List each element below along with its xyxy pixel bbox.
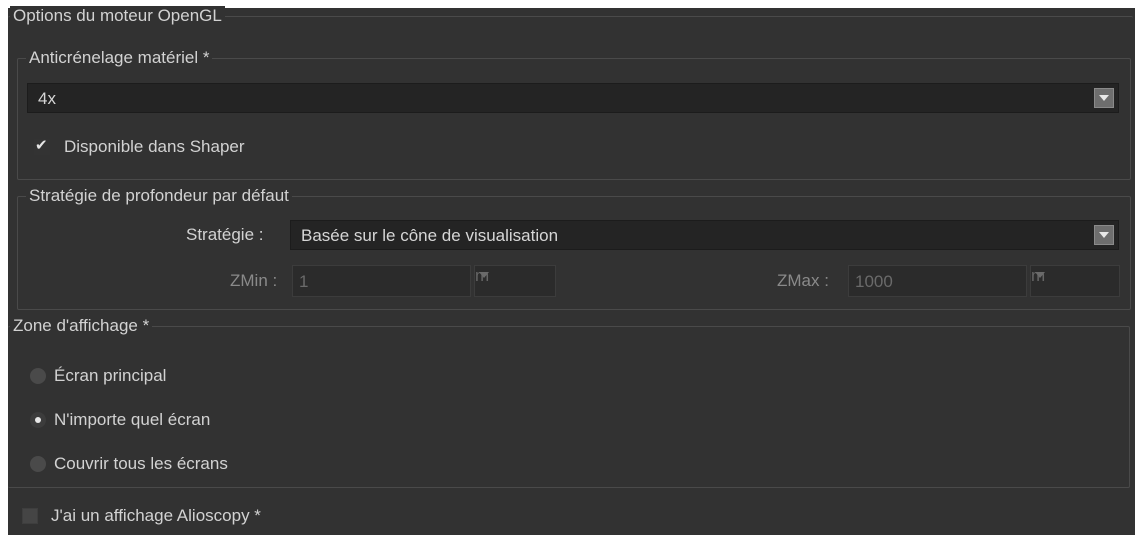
radio-main-screen[interactable] bbox=[30, 368, 46, 384]
zmin-value: 1 bbox=[299, 272, 309, 291]
antialiasing-group: Anticrénelage matériel * 4x ✔ Disponible… bbox=[17, 48, 1131, 180]
opengl-options-title: Options du moteur OpenGL bbox=[10, 6, 225, 26]
chevron-down-icon[interactable] bbox=[1094, 225, 1114, 245]
zmax-label: ZMax : bbox=[777, 271, 829, 290]
zmax-unit-select[interactable]: m bbox=[1030, 265, 1120, 297]
zmin-input[interactable]: 1 bbox=[292, 265, 471, 297]
display-zone-group: Zone d'affichage * Écran principal N'imp… bbox=[8, 316, 1130, 488]
zmin-unit-select[interactable]: m bbox=[474, 265, 556, 297]
zmin-label: ZMin : bbox=[230, 271, 278, 290]
antialiasing-select[interactable]: 4x bbox=[27, 83, 1119, 113]
shaper-checkbox-label: Disponible dans Shaper bbox=[64, 137, 245, 156]
checkmark-icon: ✔ bbox=[35, 137, 48, 154]
shaper-checkbox[interactable]: ✔ bbox=[34, 137, 50, 155]
radio-main-screen-label: Écran principal bbox=[54, 366, 167, 385]
radio-all-screens[interactable] bbox=[30, 456, 46, 472]
antialiasing-value: 4x bbox=[38, 89, 56, 108]
alioscopy-checkbox[interactable] bbox=[22, 508, 38, 524]
strategy-select[interactable]: Basée sur le cône de visualisation bbox=[290, 220, 1119, 250]
chevron-down-icon[interactable] bbox=[1094, 88, 1114, 108]
radio-any-screen-label: N'importe quel écran bbox=[54, 410, 211, 429]
zmax-input[interactable]: 1000 bbox=[848, 265, 1027, 297]
alioscopy-checkbox-label: J'ai un affichage Alioscopy * bbox=[51, 506, 261, 525]
zmax-value: 1000 bbox=[855, 272, 893, 291]
depth-strategy-title: Stratégie de profondeur par défaut bbox=[26, 186, 292, 206]
display-zone-title: Zone d'affichage * bbox=[10, 316, 153, 336]
opengl-options-panel: Options du moteur OpenGL Anticrénelage m… bbox=[8, 6, 1135, 535]
strategy-value: Basée sur le cône de visualisation bbox=[301, 226, 559, 245]
strategy-label: Stratégie : bbox=[186, 225, 264, 244]
depth-strategy-group: Stratégie de profondeur par défaut Strat… bbox=[17, 186, 1131, 310]
radio-any-screen[interactable] bbox=[30, 412, 46, 428]
antialiasing-title: Anticrénelage matériel * bbox=[26, 48, 213, 68]
radio-all-screens-label: Couvrir tous les écrans bbox=[54, 454, 228, 473]
